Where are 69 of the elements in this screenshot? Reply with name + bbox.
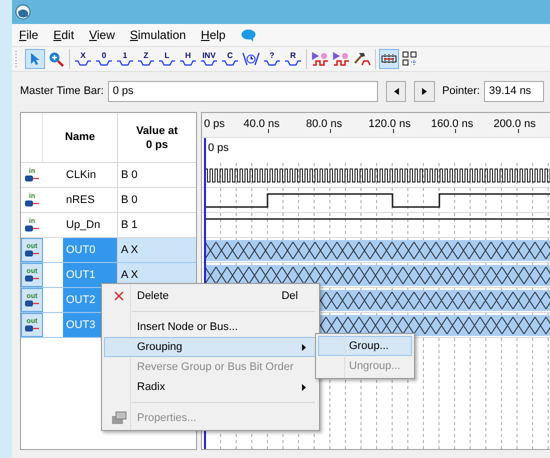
context-menu-item[interactable]: Grouping: [104, 337, 317, 357]
cursor-time-label: 0 ps: [208, 141, 229, 156]
node-name-cell[interactable]: CLKin: [63, 163, 117, 187]
waveform-value-button[interactable]: L: [157, 49, 177, 69]
play-wave-icon: [332, 51, 350, 67]
left-arrow-icon: [394, 88, 399, 94]
waveform-value-button[interactable]: X: [73, 49, 93, 69]
simulation-run-button[interactable]: [331, 49, 351, 69]
snap-grid-icon: [381, 53, 397, 65]
time-axis-label: 40.0 ns: [244, 117, 280, 132]
next-transition-button[interactable]: [414, 80, 436, 102]
column-header[interactable]: Value at 0 ps: [118, 113, 196, 162]
time-axis-label: 80.0 ns: [306, 117, 342, 132]
waveform-segment-icon: [75, 60, 91, 66]
toolbar-grip-icon: [14, 50, 18, 68]
master-time-bar-label: Master Time Bar:: [20, 84, 104, 99]
waveform-value-button[interactable]: H: [178, 49, 198, 69]
waveform-segment-icon: [285, 60, 301, 66]
waveform-segment-icon: [222, 60, 238, 66]
pointer-label: Pointer:: [442, 84, 480, 99]
column-header[interactable]: Name: [43, 113, 118, 162]
menu-item[interactable]: Edit: [53, 26, 74, 44]
waveform-value-button[interactable]: C: [220, 49, 240, 69]
waveform-value-button[interactable]: 0: [94, 49, 114, 69]
menu-item[interactable]: Simulation: [130, 26, 186, 44]
context-menu-item[interactable]: Radix: [104, 377, 317, 397]
node-value-cell-text: B 0: [120, 192, 139, 208]
node-value-cell-text: B 0: [120, 168, 139, 183]
waveform-value-button[interactable]: Z: [136, 49, 156, 69]
waveform-segment-icon: [201, 60, 217, 66]
delete-icon: [114, 291, 124, 301]
time-axis-label: 160.0 ns: [431, 117, 474, 132]
waveform-value-button[interactable]: INV: [199, 49, 219, 69]
master-time-bar-field[interactable]: 0 ps: [108, 80, 378, 102]
previous-transition-button[interactable]: [386, 80, 406, 102]
grid-squares-icon: [402, 51, 418, 67]
waveform-value-button[interactable]: ?: [262, 49, 282, 69]
waveform-segment-icon: [138, 60, 154, 66]
node-name-cell[interactable]: nRES: [63, 188, 117, 212]
waveform-segment-icon: [264, 60, 280, 66]
pointer-field[interactable]: 39.14 ns: [484, 80, 544, 102]
waveform-segment-icon: [96, 60, 112, 66]
menu-item[interactable]: File: [19, 26, 38, 44]
simulation-run-button[interactable]: [310, 49, 330, 69]
submenu-item[interactable]: Group...: [318, 336, 412, 356]
snap-to-grid-button[interactable]: [379, 49, 399, 69]
node-value-cell: A X: [118, 238, 196, 262]
time-axis-label: 120.0 ns: [368, 117, 411, 132]
pointer-tool-button[interactable]: [25, 49, 45, 69]
waveform-value-button[interactable]: R: [283, 49, 303, 69]
speech-bubble-icon: [240, 28, 256, 42]
play-wave-icon: [311, 51, 329, 67]
node-name-cell[interactable]: Up_Dn: [63, 213, 117, 237]
pointer-icon: [30, 52, 40, 66]
menu-item[interactable]: Help: [200, 26, 226, 44]
time-axis-label: 200.0 ns: [494, 117, 536, 132]
zoom-icon: [48, 51, 64, 67]
app-logo-icon: [15, 4, 31, 20]
properties-icon: [111, 411, 127, 425]
waveform-segment-icon: [180, 60, 196, 66]
time-axis-label: 0 ps: [204, 117, 225, 132]
node-value-cell-text: B 1: [120, 218, 139, 233]
waveform-value-button[interactable]: 1: [115, 49, 135, 69]
waveform-segment-icon: [159, 60, 175, 66]
clock-wave-icon: [242, 51, 260, 67]
hammer-icon: [353, 51, 371, 67]
menu-item[interactable]: View: [89, 26, 115, 44]
right-arrow-icon: [422, 88, 428, 94]
waveform-segment-icon: [117, 60, 133, 66]
